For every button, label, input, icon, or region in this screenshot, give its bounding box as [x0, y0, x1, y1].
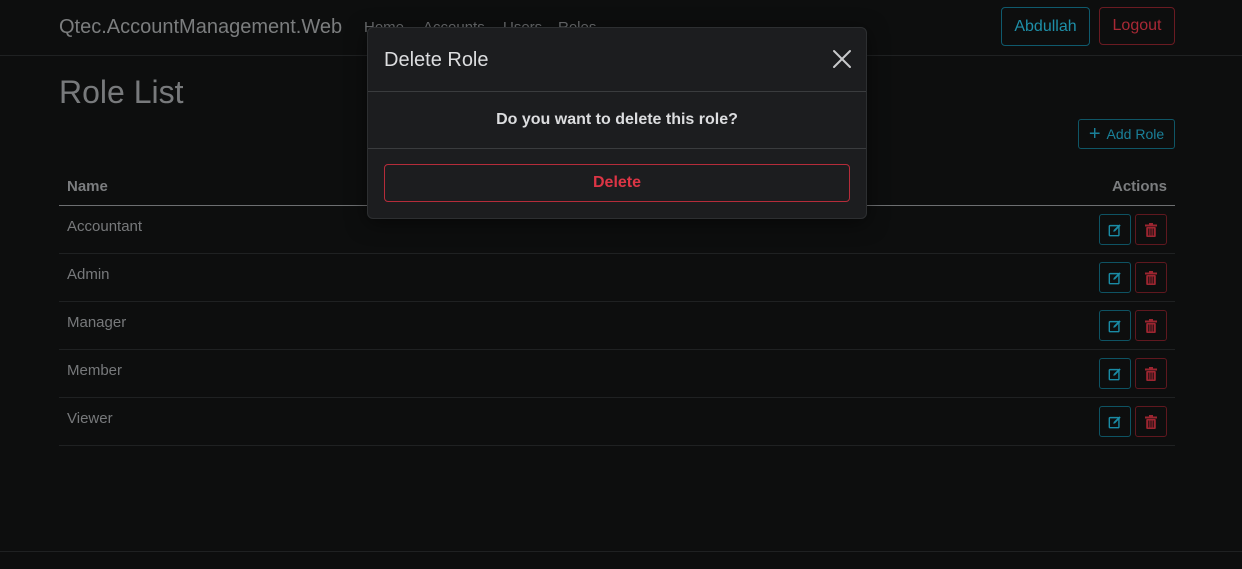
edit-icon [1108, 367, 1121, 380]
column-header-name: Name [67, 178, 108, 195]
page: Qtec.AccountManagement.Web Home Accounts… [0, 0, 1242, 569]
delete-role-modal: Delete Role Do you want to delete this r… [367, 27, 867, 219]
delete-button[interactable] [1135, 310, 1167, 341]
delete-button[interactable] [1135, 406, 1167, 437]
table-row: Viewer [59, 398, 1175, 446]
edit-icon [1108, 223, 1121, 236]
edit-icon [1108, 415, 1121, 428]
edit-button[interactable] [1099, 214, 1131, 245]
role-name: Viewer [67, 410, 113, 427]
edit-icon [1108, 271, 1121, 284]
add-role-button[interactable]: + Add Role [1078, 119, 1175, 149]
edit-button[interactable] [1099, 406, 1131, 437]
role-name: Admin [67, 266, 110, 283]
trash-icon [1145, 366, 1157, 381]
page-title: Role List [59, 74, 184, 110]
trash-icon [1145, 222, 1157, 237]
modal-body: Do you want to delete this role? [368, 92, 866, 149]
confirm-delete-button[interactable]: Delete [384, 164, 850, 202]
plus-icon: + [1088, 123, 1101, 145]
edit-button[interactable] [1099, 310, 1131, 341]
edit-button[interactable] [1099, 262, 1131, 293]
role-name: Accountant [67, 218, 143, 235]
edit-button[interactable] [1099, 358, 1131, 389]
column-header-actions: Actions [1111, 178, 1167, 195]
delete-button[interactable] [1135, 214, 1167, 245]
modal-title: Delete Role [384, 49, 489, 71]
user-button[interactable]: Abdullah [1001, 7, 1090, 46]
table-row: Manager [59, 302, 1175, 350]
trash-icon [1145, 414, 1157, 429]
close-button[interactable] [832, 49, 852, 69]
modal-message: Do you want to delete this role? [496, 111, 738, 128]
delete-button[interactable] [1135, 262, 1167, 293]
trash-icon [1145, 270, 1157, 285]
brand-link[interactable]: Qtec.AccountManagement.Web [59, 16, 342, 39]
role-name: Member [67, 362, 123, 379]
edit-icon [1108, 319, 1121, 332]
logout-button[interactable]: Logout [1099, 7, 1175, 45]
footer-divider [0, 551, 1242, 552]
close-icon [833, 50, 851, 68]
delete-button[interactable] [1135, 358, 1167, 389]
add-role-label: Add Role [1106, 126, 1165, 142]
modal-header: Delete Role [368, 28, 866, 92]
role-name: Manager [67, 314, 127, 331]
trash-icon [1145, 318, 1157, 333]
table-row: Member [59, 350, 1175, 398]
table-row: Admin [59, 254, 1175, 302]
